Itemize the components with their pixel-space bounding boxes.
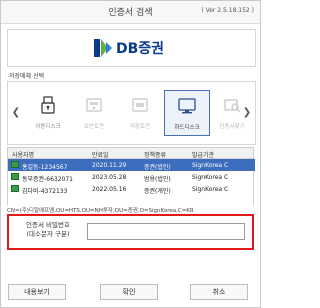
media-item-label: 이동디스크 [35,124,61,130]
media-item-security-token[interactable]: 보안토큰 [72,90,116,134]
certificate-dialog: 인증서 검색 ( Ver 2.5.18.152 ) DB증권 저장매체 선택 ❮… [0,0,261,308]
media-item-usb[interactable]: 이동디스크 [26,90,70,134]
certificate-icon [11,161,19,168]
brand-banner: DB증권 [7,29,256,67]
cell-user: 김다비-4372133 [22,188,68,195]
column-header-issuer[interactable]: 발급기관 [192,150,214,159]
media-prev-button[interactable]: ❮ [11,104,21,122]
cell-user: 동부증권-6632071 [22,176,73,183]
media-item-label: 보안토큰 [83,124,105,130]
certificate-icon [11,185,19,192]
cell-issuer: SignKorea C [192,174,229,181]
brand-name: DB증권 [116,41,165,57]
table-row[interactable]: 홍길동-1234567 2020.11.29 증권(법인) SignKorea … [8,159,255,171]
confirm-button[interactable]: 확인 [100,284,158,300]
column-header-user[interactable]: 사용자명 [12,150,34,159]
usb-icon [41,96,55,114]
distinguished-name: CN=(주)디알에프엠,OU=HTS,OU=NH투자,OU=증권,O=SignK… [7,208,194,214]
table-header: 사용자명 만료일 정책종류 발급기관 [7,147,254,159]
table-row[interactable]: 김다비-4372133 2022.05.16 증권(개인) SignKorea … [8,183,255,195]
media-item-storage-token[interactable]: 저장토큰 [118,90,162,134]
title-bar: 인증서 검색 ( Ver 2.5.18.152 ) [1,1,260,24]
media-item-harddisk[interactable]: 하드디스크 [164,90,210,136]
view-details-button[interactable]: 내용보기 [8,284,66,300]
cell-expiry: 2020.11.29 [92,162,127,169]
cell-policy: 범용(법인) [144,176,171,183]
table-body: 홍길동-1234567 2020.11.29 증권(법인) SignKorea … [7,159,255,205]
column-header-policy[interactable]: 정책종류 [144,150,166,159]
cell-user: 홍길동-1234567 [22,164,68,171]
password-input[interactable] [87,223,245,240]
password-label: 인증서 비밀번호 (대소문자 구분) [26,221,70,238]
version-label: ( Ver 2.5.18.152 ) [201,7,254,14]
cell-issuer: SignKorea C [192,186,229,193]
cell-issuer: SignKorea C [192,162,229,169]
db-logo-icon [94,39,112,57]
media-next-button[interactable]: ❯ [242,104,252,122]
certificate-table: 사용자명 만료일 정책종류 발급기관 홍길동-1234567 2020.11.2… [7,147,255,211]
media-item-label: 인증서찾기 [219,124,245,130]
column-header-expiry[interactable]: 만료일 [92,150,109,159]
media-section-label: 저장매체 선택 [9,73,45,80]
cell-expiry: 2022.05.16 [92,186,127,193]
cell-expiry: 2023.05.28 [92,174,127,181]
cell-policy: 증권(개인) [144,188,171,195]
password-highlight-frame: 인증서 비밀번호 (대소문자 구분) [7,214,254,250]
storage-token-icon [132,98,148,112]
token-icon [86,98,102,112]
monitor-icon [178,98,196,114]
cell-policy: 증권(법인) [144,164,171,171]
media-selector: ❮ 이동디스크 보안토큰 저장토큰 하드디스크 인증서찾기 ❯ [7,81,256,145]
media-item-label: 하드디스크 [174,125,200,131]
table-row[interactable]: 동부증권-6632071 2023.05.28 범용(법인) SignKorea… [8,171,255,183]
certificate-icon [11,173,19,180]
cancel-button[interactable]: 취소 [190,284,248,300]
search-cert-icon [224,99,241,113]
media-item-label: 저장토큰 [129,124,151,130]
